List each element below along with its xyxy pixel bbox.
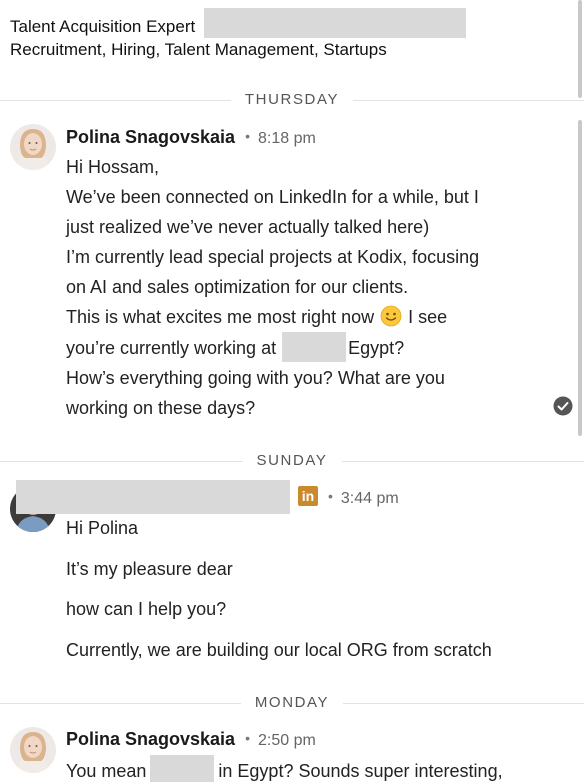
day-label: MONDAY [240,694,344,711]
profile-headline: Talent Acquisition Expert [10,8,570,38]
profile-title: Talent Acquisition Expert [10,17,196,36]
message-time: 8:18 pm [257,130,316,147]
message-line: Currently, we are building our local ORG… [66,639,492,660]
day-divider-sunday: SUNDAY [0,451,584,471]
message-header: Polina Snagovskaia • 2:50 pm [66,729,316,749]
slightly-smiling-face-icon [380,305,402,327]
message-line: how can I help you? [66,599,227,619]
message-line: Hi Polina [66,518,139,538]
scrollbar-track[interactable] [578,120,582,436]
message-line: This is what excites me most right now I… [66,305,448,327]
day-label: THURSDAY [230,91,354,108]
message-line: you’re currently working at Egypt? [66,332,566,363]
message-body: Hi Hossam, We’ve been connected on Linke… [66,152,566,423]
check-circle-icon [553,396,573,416]
profile-tags: Recruitment, Hiring, Talent Management, … [10,40,387,59]
message-body: You mean in Egypt? Sounds super interesti… [66,755,566,782]
message-time: 2:50 pm [257,732,316,749]
message-header: Polina Snagovskaia • 8:18 pm [66,127,316,147]
message-header: • 3:44 pm [328,488,399,507]
message-line: working on these days? [66,398,256,418]
message-line: How’s everything going with you? What ar… [66,368,445,388]
sender-name[interactable]: Polina Snagovskaia [66,127,235,147]
redacted-block [282,332,347,362]
message-body: Hi Polina It’s my pleasure dear how can … [66,508,566,670]
avatar[interactable] [10,727,56,773]
message-line: just realized we’ve never actually talke… [66,217,430,237]
scrollbar-thumb[interactable] [578,0,582,98]
message-line: Hi Hossam, [66,157,160,177]
day-label: SUNDAY [242,452,342,469]
profile-header: Talent Acquisition Expert Recruitment, H… [10,8,570,61]
sender-name[interactable]: Polina Snagovskaia [66,729,235,749]
redacted-block [150,755,215,782]
message-line: You mean in Egypt? Sounds super interesti… [66,755,566,782]
message-line: I’m currently lead special projects at K… [66,247,480,267]
message-time: 3:44 pm [340,490,399,507]
message-line: We’ve been connected on LinkedIn for a w… [66,187,479,207]
linkedin-icon: in [298,486,318,506]
avatar[interactable] [10,124,56,170]
day-divider-monday: MONDAY [0,693,584,713]
message-line: It’s my pleasure dear [66,558,233,579]
day-divider-thursday: THURSDAY [0,90,584,110]
redacted-block [203,8,466,38]
message-line: on AI and sales optimization for our cli… [66,277,409,297]
